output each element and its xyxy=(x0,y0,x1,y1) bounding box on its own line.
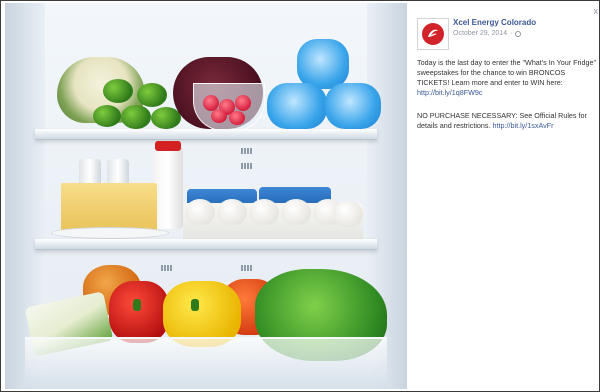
egg xyxy=(185,199,215,225)
xcel-energy-logo xyxy=(422,23,444,45)
cheese-block xyxy=(61,183,157,231)
cucumber xyxy=(137,83,167,107)
post-paragraph-2: NO PURCHASE NECESSARY: See Official Rule… xyxy=(417,111,597,131)
post-text-1: Today is the last day to enter the "What… xyxy=(417,58,597,87)
post-meta: October 29, 2014 · xyxy=(453,30,522,37)
meta-separator: · xyxy=(510,30,513,37)
red-pepper xyxy=(109,281,169,343)
page-avatar[interactable] xyxy=(417,18,449,50)
milk-cap xyxy=(155,141,181,151)
close-icon[interactable]: x xyxy=(594,6,599,16)
water-bottle xyxy=(267,83,327,129)
radish xyxy=(211,109,227,123)
egg xyxy=(249,199,279,225)
plate xyxy=(51,227,169,239)
cucumber xyxy=(93,105,121,127)
crisper-drawer xyxy=(25,337,387,389)
egg xyxy=(281,199,311,225)
photo-viewer: x Xcel Energy Colorado October 29, 2014 … xyxy=(0,0,600,392)
vent xyxy=(161,265,173,271)
water-bottle xyxy=(325,83,381,129)
page-name-link[interactable]: Xcel Energy Colorado xyxy=(453,18,536,27)
egg xyxy=(333,201,363,227)
vent xyxy=(241,163,253,169)
milk-bottle xyxy=(153,143,183,229)
egg xyxy=(217,199,247,225)
globe-icon xyxy=(515,30,522,37)
fridge-photo xyxy=(5,3,407,389)
radish xyxy=(235,95,251,111)
post-paragraph-1: Today is the last day to enter the "What… xyxy=(417,58,597,98)
sweepstakes-link[interactable]: http://bit.ly/1q8FW9c xyxy=(417,88,483,97)
pepper-stem xyxy=(133,299,141,311)
cucumber xyxy=(121,105,151,129)
water-bottle xyxy=(297,39,349,89)
post-panel: x Xcel Energy Colorado October 29, 2014 … xyxy=(409,3,599,389)
cucumber xyxy=(103,79,133,103)
vent xyxy=(241,148,253,154)
post-date[interactable]: October 29, 2014 xyxy=(453,30,507,37)
pepper-stem xyxy=(191,299,199,311)
shelf xyxy=(35,129,377,140)
vent xyxy=(241,265,253,271)
radish xyxy=(229,111,245,125)
official-rules-link[interactable]: http://bit.ly/1sxAvFr xyxy=(493,121,554,130)
shelf xyxy=(35,239,377,250)
